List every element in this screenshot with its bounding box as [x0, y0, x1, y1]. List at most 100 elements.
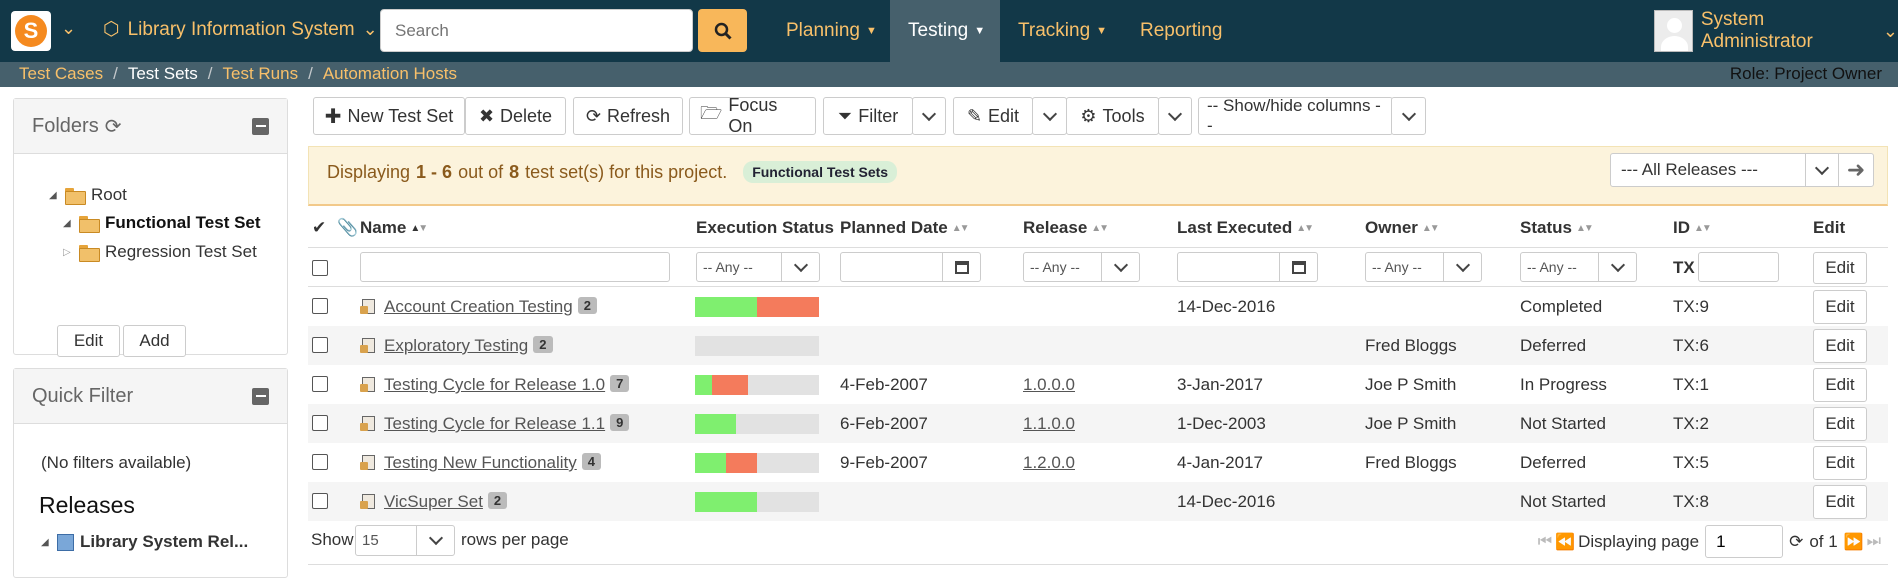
col-owner[interactable]: Owner ▲▼	[1365, 218, 1440, 238]
dropdown-button[interactable]	[416, 526, 454, 555]
tab-test-runs[interactable]: Test Runs	[222, 64, 298, 84]
select-all-check-icon[interactable]: ✔	[312, 218, 326, 238]
test-set-link[interactable]: Testing Cycle for Release 1.1	[384, 414, 605, 433]
page-input[interactable]	[1705, 525, 1784, 558]
add-folder-button[interactable]: Add	[123, 325, 186, 357]
status-filter[interactable]: -- Any --	[1520, 252, 1637, 282]
row-edit-button[interactable]: Edit	[1813, 446, 1867, 480]
tools-button[interactable]: ⚙ Tools	[1066, 97, 1159, 135]
refresh-icon[interactable]: ⟳	[1789, 532, 1803, 552]
tab-test-cases[interactable]: Test Cases	[19, 64, 103, 84]
refresh-button[interactable]: ⟳ Refresh	[573, 97, 683, 135]
expand-icon[interactable]: ◢	[63, 218, 73, 229]
menu-testing[interactable]: Testing ▼	[890, 0, 1000, 62]
tab-automation-hosts[interactable]: Automation Hosts	[323, 64, 457, 84]
row-edit-button[interactable]: Edit	[1813, 485, 1867, 519]
row-checkbox[interactable]	[312, 298, 328, 314]
refresh-icon[interactable]: ⟳	[105, 114, 122, 139]
search-button[interactable]	[698, 9, 747, 52]
table-row[interactable]: Exploratory Testing 2 Fred Bloggs Deferre…	[308, 326, 1888, 365]
release-filter-dropdown[interactable]	[1805, 153, 1839, 187]
edit-button[interactable]: ✎ Edit	[953, 97, 1033, 135]
calendar-button[interactable]	[1279, 253, 1317, 281]
tree-node-regression[interactable]: ▷ Regression Test Set	[63, 242, 278, 262]
sort-icon[interactable]: ▲▼	[952, 223, 970, 234]
col-planned-date[interactable]: Planned Date ▲▼	[840, 218, 970, 238]
next-page-icon[interactable]: ⏩	[1844, 532, 1864, 552]
sort-icon[interactable]: ▲▼	[1576, 223, 1594, 234]
prev-page-icon[interactable]: ⏪	[1555, 532, 1575, 552]
filter-edit-button[interactable]: Edit	[1813, 252, 1867, 284]
collapse-icon[interactable]	[252, 387, 269, 405]
planned-date-filter[interactable]	[840, 252, 981, 282]
table-row[interactable]: Testing New Functionality 4 9-Feb-2007 1.…	[308, 443, 1888, 482]
table-row[interactable]: VicSuper Set 2 14-Dec-2016 Not Started TX…	[308, 482, 1888, 521]
release-link[interactable]: 1.2.0.0	[1023, 453, 1075, 472]
row-checkbox[interactable]	[312, 337, 328, 353]
collapse-arrow-icon[interactable]: ▷	[63, 247, 73, 258]
tree-node-root[interactable]: ◢ Root	[49, 185, 127, 205]
col-name[interactable]: Name ▲▼	[360, 218, 428, 238]
test-set-link[interactable]: Testing New Functionality	[384, 453, 577, 472]
name-filter-input[interactable]	[360, 252, 670, 282]
user-menu[interactable]: System Administrator ⌄	[1654, 9, 1898, 53]
tools-dropdown[interactable]	[1158, 97, 1192, 135]
focus-on-button[interactable]: 🗁 Focus On	[689, 95, 816, 136]
row-checkbox[interactable]	[312, 493, 328, 509]
sort-icon[interactable]: ▲▼	[1422, 223, 1440, 234]
row-checkbox[interactable]	[312, 376, 328, 392]
release-filter[interactable]: -- Any --	[1023, 252, 1140, 282]
owner-filter[interactable]: -- Any --	[1365, 252, 1482, 282]
release-tree-item[interactable]: ◢ Library System Rel...	[41, 532, 248, 552]
sort-icon[interactable]: ▲▼	[410, 223, 428, 234]
table-row[interactable]: Testing Cycle for Release 1.0 7 4-Feb-200…	[308, 365, 1888, 404]
release-link[interactable]: 1.0.0.0	[1023, 375, 1075, 394]
menu-tracking[interactable]: Tracking ▼	[1000, 0, 1125, 62]
tree-node-functional[interactable]: ◢ Functional Test Set	[63, 213, 278, 233]
table-row[interactable]: Testing Cycle for Release 1.1 9 6-Feb-200…	[308, 404, 1888, 443]
col-last-executed[interactable]: Last Executed ▲▼	[1177, 218, 1314, 238]
col-status[interactable]: Status ▲▼	[1520, 218, 1594, 238]
new-test-set-button[interactable]: ✚ New Test Set	[313, 97, 465, 135]
test-set-link[interactable]: Exploratory Testing	[384, 336, 528, 355]
expand-icon[interactable]: ◢	[41, 537, 51, 548]
table-row[interactable]: Account Creation Testing 2 14-Dec-2016 Co…	[308, 287, 1888, 326]
rows-per-page-select[interactable]: 15	[355, 525, 455, 556]
release-filter-go-button[interactable]: ➜	[1838, 153, 1874, 187]
expand-icon[interactable]: ◢	[49, 190, 59, 201]
sort-icon[interactable]: ▲▼	[1694, 223, 1712, 234]
sort-icon[interactable]: ▲▼	[1091, 223, 1109, 234]
sort-icon[interactable]: ▲▼	[1296, 223, 1314, 234]
edit-folder-button[interactable]: Edit	[57, 325, 120, 357]
col-release[interactable]: Release ▲▼	[1023, 218, 1109, 238]
edit-dropdown[interactable]	[1032, 97, 1067, 135]
release-link[interactable]: 1.1.0.0	[1023, 414, 1075, 433]
dropdown-button[interactable]	[1443, 253, 1481, 281]
first-page-icon[interactable]: ⏮	[1538, 533, 1553, 551]
spira-logo[interactable]: S	[11, 11, 51, 51]
search-input[interactable]	[380, 9, 693, 52]
row-edit-button[interactable]: Edit	[1813, 290, 1867, 324]
menu-planning[interactable]: Planning ▼	[768, 0, 895, 62]
menu-reporting[interactable]: Reporting	[1122, 0, 1240, 62]
id-filter-input[interactable]	[1698, 252, 1779, 282]
row-edit-button[interactable]: Edit	[1813, 368, 1867, 402]
tab-test-sets[interactable]: Test Sets	[128, 64, 198, 84]
row-edit-button[interactable]: Edit	[1813, 407, 1867, 441]
test-set-link[interactable]: VicSuper Set	[384, 492, 483, 511]
row-checkbox[interactable]	[312, 454, 328, 470]
last-executed-filter[interactable]	[1177, 252, 1318, 282]
row-edit-button[interactable]: Edit	[1813, 329, 1867, 363]
chevron-down-icon[interactable]: ⌄	[61, 18, 76, 39]
delete-button[interactable]: ✖ Delete	[465, 97, 566, 135]
collapse-icon[interactable]	[252, 117, 269, 135]
columns-select[interactable]: -- Show/hide columns --	[1198, 96, 1393, 135]
execution-status-filter[interactable]: -- Any --	[696, 252, 820, 282]
filter-button[interactable]: ⏷ Filter	[823, 97, 913, 135]
dropdown-button[interactable]	[781, 253, 819, 281]
row-checkbox[interactable]	[312, 415, 328, 431]
test-set-link[interactable]: Account Creation Testing	[384, 297, 573, 316]
calendar-button[interactable]	[942, 253, 980, 281]
col-id[interactable]: ID ▲▼	[1673, 218, 1712, 238]
product-selector[interactable]: ⬡ Library Information System ⌄	[103, 18, 378, 41]
